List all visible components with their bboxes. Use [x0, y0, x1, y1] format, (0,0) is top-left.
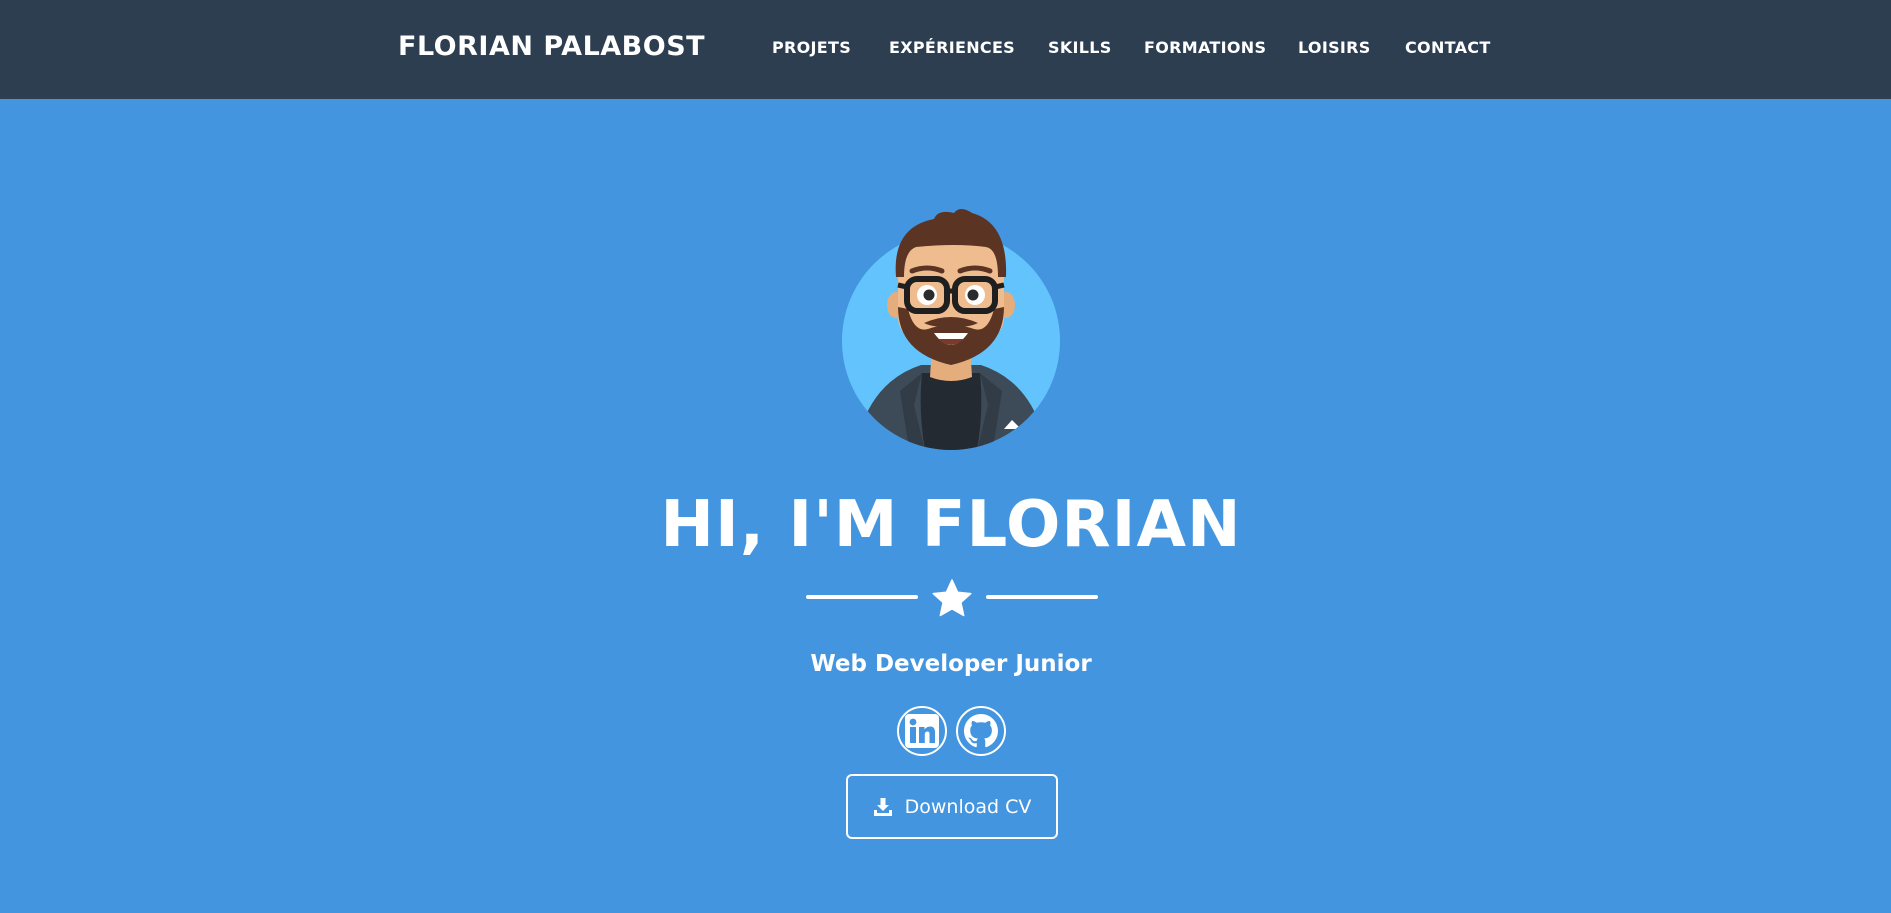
nav-item-skills[interactable]: SKILLS [1048, 38, 1112, 57]
divider-line-right [986, 595, 1098, 599]
divider-line-left [806, 595, 918, 599]
nav-item-formations[interactable]: FORMATIONS [1144, 38, 1266, 57]
nav-item-loisirs[interactable]: LOISIRS [1298, 38, 1371, 57]
linkedin-icon [905, 714, 939, 748]
hero-title: HI, I'M FLORIAN [660, 488, 1242, 562]
github-icon [964, 714, 998, 748]
top-navbar: FLORIAN PALABOST PROJETS EXPÉRIENCES SKI… [0, 0, 1891, 99]
download-cv-button[interactable]: Download CV [846, 774, 1058, 839]
download-icon [873, 797, 892, 816]
brand-logo[interactable]: FLORIAN PALABOST [398, 31, 705, 62]
linkedin-link[interactable] [897, 706, 947, 756]
star-icon [932, 579, 972, 617]
nav-item-experiences[interactable]: EXPÉRIENCES [889, 38, 1015, 57]
nav-item-projets[interactable]: PROJETS [772, 38, 851, 57]
avatar [842, 209, 1060, 450]
download-cv-label: Download CV [904, 795, 1032, 818]
nav-item-contact[interactable]: CONTACT [1405, 38, 1491, 57]
github-link[interactable] [956, 706, 1006, 756]
hero-subtitle: Web Developer Junior [810, 651, 1092, 677]
